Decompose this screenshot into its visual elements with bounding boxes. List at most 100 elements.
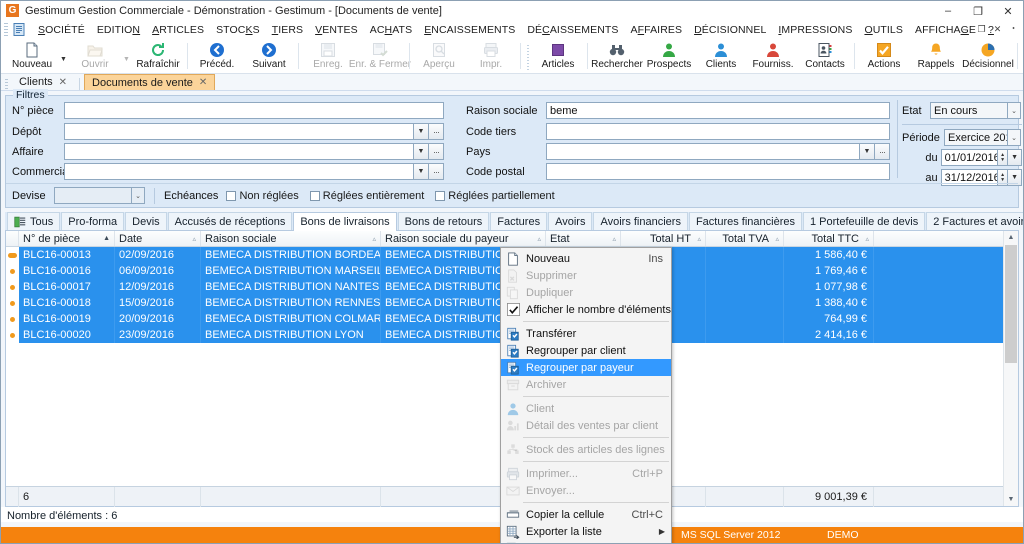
toolbar-dropdown-icon[interactable]: ▼ [58,39,69,73]
du-spinner-icon[interactable]: ▲ ▼ [998,149,1009,166]
menu-item-d-caissements[interactable]: DÉCAISSEMENTS [521,23,624,37]
sort-indicator-icon[interactable]: ▲ [103,235,110,242]
minimize-button[interactable]: – [933,1,963,21]
cell-piece[interactable]: BLC16-00019 [19,311,115,327]
toolbar-section-grip[interactable] [525,42,530,73]
cell-piece[interactable]: BLC16-00017 [19,279,115,295]
context-menu-item-imprimer-la-liste[interactable]: Imprimer la liste...Ctrl+Alt+P [501,540,671,543]
toolbar-button-contacts[interactable]: Contacts [799,39,851,73]
cell-date[interactable]: 15/09/2016 [115,295,201,311]
grid-column-header-raison-sociale[interactable]: Raison sociale ▵ [201,231,381,246]
sort-indicator-icon[interactable]: ▵ [775,235,779,243]
context-menu-item-exporter-la-liste[interactable]: Exporter la liste ▶ [501,523,671,540]
filter-input-commercial[interactable] [64,163,414,180]
cell-ttc[interactable]: 2 414,16 € [784,327,874,343]
filter-input-affaire[interactable] [64,143,414,160]
context-menu-item-transf-rer[interactable]: Transférer [501,325,671,342]
toolbar-button-rechercher[interactable]: Rechercher [591,39,643,73]
menu-item-articles[interactable]: ARTICLES [146,23,210,37]
sort-indicator-icon[interactable]: ▵ [865,235,869,243]
menu-item-ventes[interactable]: VENTES [309,23,364,37]
cell-ttc[interactable]: 1 388,40 € [784,295,874,311]
menu-item-edition[interactable]: EDITION [91,23,146,37]
context-menu-item-nouveau[interactable]: Nouveau Ins [501,250,671,267]
mdi-close-button[interactable]: ✕ [990,22,1005,36]
toolbar-button-nouveau[interactable]: Nouveau [6,39,58,73]
mdi-minimize-button[interactable]: – [958,22,973,36]
doc-tab-bons-de-retours[interactable]: Bons de retours [397,212,490,230]
sort-indicator-icon[interactable]: ▵ [372,235,376,243]
cell-piece[interactable]: BLC16-00018 [19,295,115,311]
echeance-option-non-r-gl-es[interactable]: Non réglées [226,190,299,202]
toolbar-button-rafra-chir[interactable]: Rafraîchir [132,39,184,73]
doc-tab-bons-de-livraisons[interactable]: Bons de livraisons [293,212,397,231]
sort-indicator-icon[interactable]: ▵ [612,235,616,243]
doc-tab-avoirs-financiers[interactable]: Avoirs financiers [593,212,688,230]
echeance-option-r-gl-es-enti-rement[interactable]: Réglées entièrement [309,190,424,202]
grid-column-header-date[interactable]: Date ▵ [115,231,201,246]
doc-tab-factures-financi-res[interactable]: Factures financières [688,212,802,230]
cell-raison[interactable]: BEMECA DISTRIBUTION COLMAR [201,311,381,327]
menu-item-impressions[interactable]: IMPRESSIONS [772,23,858,37]
toolbar-button-suivant[interactable]: Suivant [243,39,295,73]
pays-browse-button[interactable]: ··· [875,143,890,160]
sort-indicator-icon[interactable]: ▵ [697,235,701,243]
depot-dropdown-icon[interactable]: ▼ [414,123,429,140]
toolbar-button-clients[interactable]: Clients [695,39,747,73]
cell-tva[interactable] [706,311,784,327]
grid-column-header-total-tva[interactable]: Total TVA ▵ [706,231,784,246]
page-tab-clients[interactable]: Clients ✕ [11,74,75,90]
menu-item-soci-t[interactable]: SOCIÉTÉ [32,23,91,37]
toolbar-button-actions[interactable]: Actions [858,39,910,73]
cell-ttc[interactable]: 764,99 € [784,311,874,327]
filter-input-npiece[interactable] [64,102,444,119]
cell-tva[interactable] [706,263,784,279]
page-tab-close-icon[interactable]: ✕ [199,77,207,88]
menu-item-tiers[interactable]: TIERS [266,23,309,37]
grid-column-header-total-ttc[interactable]: Total TTC ▵ [784,231,874,246]
etat-dropdown-icon[interactable]: ⌄ [1008,102,1021,119]
cell-tva[interactable] [706,247,784,263]
page-tab-close-icon[interactable]: ✕ [59,77,67,88]
menu-item-encaissements[interactable]: ENCAISSEMENTS [418,23,521,37]
filter-input-depot[interactable] [64,123,414,140]
cell-date[interactable]: 06/09/2016 [115,263,201,279]
cell-ttc[interactable]: 1 769,46 € [784,263,874,279]
affaire-browse-button[interactable]: ··· [429,143,444,160]
cell-date[interactable]: 23/09/2016 [115,327,201,343]
toolbar-button-articles[interactable]: Articles [532,39,584,73]
cell-tva[interactable] [706,327,784,343]
doc-tab-tous[interactable]: Tous [7,212,61,230]
context-menu-item-regrouper-par-payeur[interactable]: Regrouper par payeur [501,359,671,376]
toolbar-button-d-cisionnel[interactable]: Décisionnel [962,39,1014,73]
cell-raison[interactable]: BEMECA DISTRIBUTION LYON [201,327,381,343]
grid-column-header-n-de-pi-ce[interactable]: N° de pièce ▲ [19,231,115,246]
cell-piece[interactable]: BLC16-00020 [19,327,115,343]
cell-date[interactable]: 02/09/2016 [115,247,201,263]
sort-indicator-icon[interactable]: ▵ [192,235,196,243]
cell-date[interactable]: 12/09/2016 [115,279,201,295]
devise-dropdown-icon[interactable]: ⌄ [132,187,145,204]
scroll-up-icon[interactable]: ▲ [1008,231,1015,244]
toolbar-button-prospects[interactable]: Prospects [643,39,695,73]
menu-item-affaires[interactable]: AFFAIRES [625,23,689,37]
sort-indicator-icon[interactable]: ▵ [537,235,541,243]
checkbox-icon[interactable] [226,190,237,201]
echeance-option-r-gl-es-partiellement[interactable]: Réglées partiellement [435,190,555,202]
doc-tab-1-portefeuille-de-devis[interactable]: 1 Portefeuille de devis [803,212,926,230]
cell-raison[interactable]: BEMECA DISTRIBUTION MARSEILLES [201,263,381,279]
toolbar-overflow-icon[interactable]: ⬩ [1006,22,1021,36]
menu-item-outils[interactable]: OUTILS [858,23,909,37]
filter-input-raison-sociale[interactable]: beme [546,102,890,119]
grid-column-header-total-ht[interactable]: Total HT ▵ [621,231,706,246]
grid-column-header-raison-sociale-du-payeur[interactable]: Raison sociale du payeur ▵ [381,231,546,246]
du-calendar-dropdown-icon[interactable]: ▼ [1008,149,1022,166]
context-menu-item-regrouper-par-client[interactable]: Regrouper par client [501,342,671,359]
toolbar-button-fourniss[interactable]: Fourniss. [747,39,799,73]
doc-tab-avoirs[interactable]: Avoirs [548,212,593,230]
close-button[interactable]: ✕ [993,1,1023,21]
checkbox-icon[interactable] [309,190,320,201]
filter-input-du[interactable]: 01/01/2016 [940,149,999,166]
commercial-dropdown-icon[interactable]: ▼ [414,163,429,180]
filter-input-code-postal[interactable] [546,163,890,180]
